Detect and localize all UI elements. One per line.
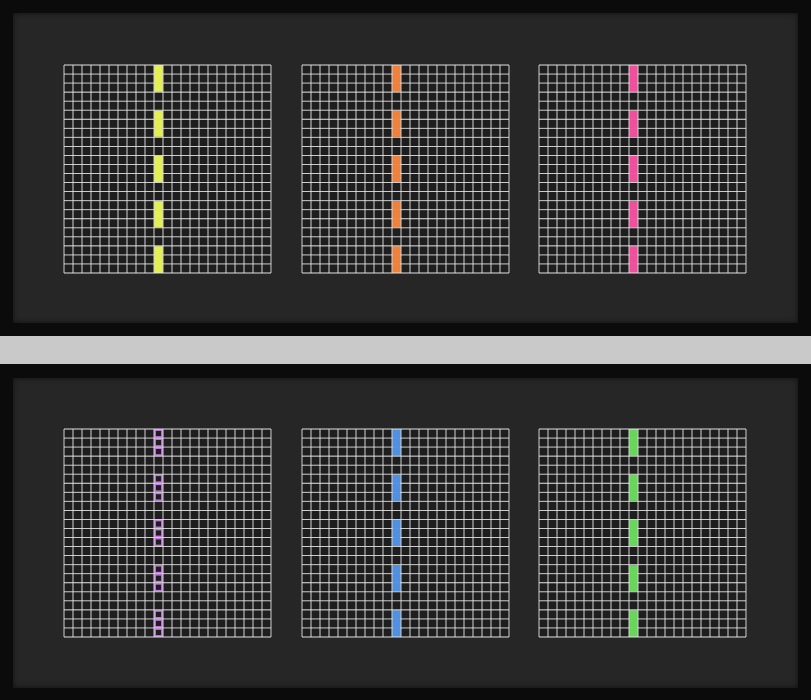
stripe-cell <box>154 474 163 483</box>
stripe-segment <box>154 610 163 637</box>
panel-yellow <box>63 64 272 274</box>
panel-pink-grid <box>538 64 747 274</box>
stripe-block <box>154 201 163 227</box>
stripe-block <box>392 65 401 92</box>
stripe-cell <box>154 565 163 574</box>
stripe-block <box>629 610 638 637</box>
panel-green-grid <box>538 428 747 638</box>
grid-lines <box>538 428 747 638</box>
mat-bottom <box>13 378 798 688</box>
stripe-cell <box>154 519 163 528</box>
panel-blue-grid <box>301 428 510 638</box>
stripe-block <box>392 201 401 227</box>
stripe-cell <box>154 528 163 538</box>
stripe-block <box>392 610 401 637</box>
stripe-cell <box>154 538 163 547</box>
grid-lines <box>301 428 510 638</box>
stripe-cell <box>154 628 163 637</box>
stripe-block <box>392 429 401 456</box>
stripe-block <box>629 475 638 501</box>
stripe-cell <box>154 447 163 456</box>
panel-orange <box>301 64 510 274</box>
stripe-cell <box>154 574 163 583</box>
stripe-segment <box>154 565 163 592</box>
stripe-block <box>629 111 638 137</box>
stripe-block <box>154 111 163 137</box>
stripe-cell <box>154 429 163 438</box>
stripe-block <box>154 156 163 182</box>
stripe-block <box>629 429 638 456</box>
stripe-cell <box>154 483 163 492</box>
stripe-block <box>392 246 401 273</box>
stripe-block <box>392 520 401 546</box>
stripe-segment <box>154 519 163 547</box>
panel-green <box>538 428 747 638</box>
panel-blue <box>301 428 510 638</box>
stripe-block <box>629 201 638 227</box>
stripe-block <box>629 520 638 546</box>
stripe-block <box>154 246 163 273</box>
panel-purple <box>63 428 272 638</box>
grid-lines <box>301 64 510 274</box>
stripe-block <box>629 65 638 92</box>
stripe-block <box>629 156 638 182</box>
stripe-cell <box>154 492 163 501</box>
stripe-block <box>154 65 163 92</box>
grid-lines <box>63 428 272 638</box>
stripe-block <box>392 565 401 591</box>
mat-top <box>13 13 798 323</box>
stripe-cell <box>154 610 163 619</box>
panel-purple-grid <box>63 428 272 638</box>
stripe-block <box>392 156 401 182</box>
stripe-cell <box>154 583 163 592</box>
panel-yellow-grid <box>63 64 272 274</box>
grid-lines <box>63 64 272 274</box>
stripe-block <box>629 565 638 591</box>
stripe-segment <box>154 429 163 456</box>
panel-orange-grid <box>301 64 510 274</box>
stripe-cell <box>154 619 163 628</box>
stripe-block <box>392 111 401 137</box>
frame-bottom <box>0 364 811 700</box>
stripe-block <box>392 475 401 501</box>
panel-pink <box>538 64 747 274</box>
grid-lines <box>538 64 747 274</box>
stripe-segment <box>154 474 163 501</box>
stripe-cell <box>154 438 163 447</box>
frame-top <box>0 0 811 336</box>
stripe-block <box>629 246 638 273</box>
